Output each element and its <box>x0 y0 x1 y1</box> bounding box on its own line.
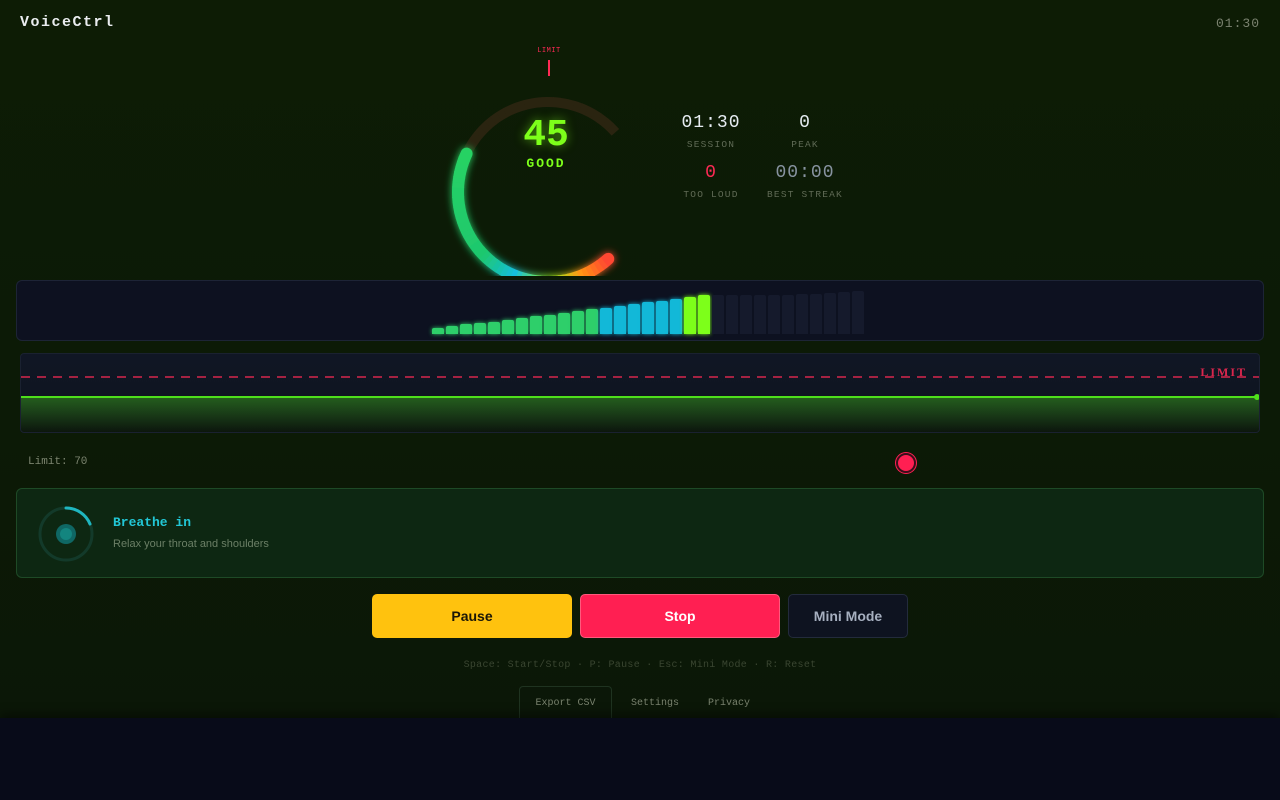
history-area <box>21 397 1259 432</box>
level-status: GOOD <box>526 156 566 171</box>
export-csv-link[interactable]: Export CSV <box>519 686 612 720</box>
meter-bar <box>726 295 738 334</box>
meter-bars <box>432 281 872 342</box>
gauge-track-segment <box>530 97 540 109</box>
gauge-track-segment <box>509 102 521 115</box>
meter-bar <box>516 318 528 334</box>
meter-bar <box>810 294 822 334</box>
limit-label: Limit: 70 <box>28 456 88 468</box>
meter-bar <box>614 306 626 334</box>
gauge-limit-label: LIMIT <box>537 47 561 55</box>
gauge-track-segment <box>578 103 590 116</box>
gauge-track-segment <box>552 97 562 108</box>
meter-bar <box>796 294 808 334</box>
meter-bar <box>600 308 612 334</box>
meter-bar <box>740 295 752 334</box>
meter-bar <box>432 328 444 334</box>
meter-bar <box>782 295 794 334</box>
gauge-track-segment <box>572 100 583 113</box>
peak-label: PEAK <box>791 139 819 150</box>
meter-bar <box>698 295 710 334</box>
history-svg <box>21 376 1259 432</box>
meter-bar <box>530 316 542 334</box>
privacy-link[interactable]: Privacy <box>698 686 760 720</box>
meter-bar <box>502 320 514 334</box>
app-title: VoiceCtrl <box>20 14 115 31</box>
meter-bar <box>488 322 500 334</box>
breathe-ring-icon <box>38 506 94 562</box>
stat-peak: 0 PEAK <box>750 113 860 150</box>
meter-bar <box>754 295 766 334</box>
meter-bar <box>642 302 654 334</box>
meter-bar <box>824 293 836 334</box>
best-streak-label: BEST STREAK <box>767 189 843 200</box>
gauge-fill-segment <box>575 269 585 276</box>
limit-slider-thumb[interactable] <box>896 453 916 473</box>
session-clock: 01:30 <box>1215 16 1260 31</box>
meter-bar <box>558 313 570 334</box>
level-history-chart: LIMIT <box>20 353 1260 433</box>
meter-bar <box>768 295 780 334</box>
meter-bar <box>670 299 682 334</box>
gauge-track-segment <box>565 99 576 111</box>
stat-best-streak: 00:00 BEST STREAK <box>750 163 860 200</box>
meter-bar <box>628 304 640 334</box>
meter-bar <box>684 297 696 334</box>
current-level-value: 45 <box>523 114 569 157</box>
meter-bar <box>474 323 486 334</box>
best-streak-value: 00:00 <box>775 163 835 183</box>
meter-bar <box>852 291 864 334</box>
settings-link[interactable]: Settings <box>620 686 690 720</box>
gauge-track-segment <box>502 104 515 118</box>
app-window: VoiceCtrl 01:30 LIMIT 45 GOOD 01:30 SESS… <box>0 0 1280 720</box>
meter-bar <box>544 315 556 334</box>
volume-gauge: LIMIT 45 GOOD <box>426 36 666 276</box>
gauge-track-segment <box>559 97 569 110</box>
gauge-track-segment <box>523 98 534 110</box>
meter-bar <box>460 324 472 334</box>
history-limit-label: LIMIT <box>1200 365 1247 379</box>
meter-bar <box>838 292 850 334</box>
peak-value: 0 <box>799 113 811 133</box>
breathe-subtitle: Relax your throat and shoulders <box>113 538 269 550</box>
bottom-strip <box>0 718 1280 800</box>
gauge-track-segment <box>516 100 527 112</box>
history-current-point <box>1254 394 1259 400</box>
mini-mode-button[interactable]: Mini Mode <box>788 594 908 638</box>
meter-bar <box>572 311 584 334</box>
meter-bar <box>446 326 458 334</box>
pause-button[interactable]: Pause <box>372 594 572 638</box>
meter-bar <box>712 295 724 334</box>
level-meter <box>16 280 1264 341</box>
stop-button[interactable]: Stop <box>580 594 780 638</box>
breathe-title: Breathe in <box>113 515 192 530</box>
keyboard-shortcuts-hint: Space: Start/Stop · P: Pause · Esc: Mini… <box>463 660 817 671</box>
limit-slider-track[interactable] <box>130 462 1250 464</box>
breathing-coach: Breathe in Relax your throat and shoulde… <box>16 488 1264 578</box>
meter-bar <box>656 301 668 334</box>
meter-bar <box>586 309 598 334</box>
